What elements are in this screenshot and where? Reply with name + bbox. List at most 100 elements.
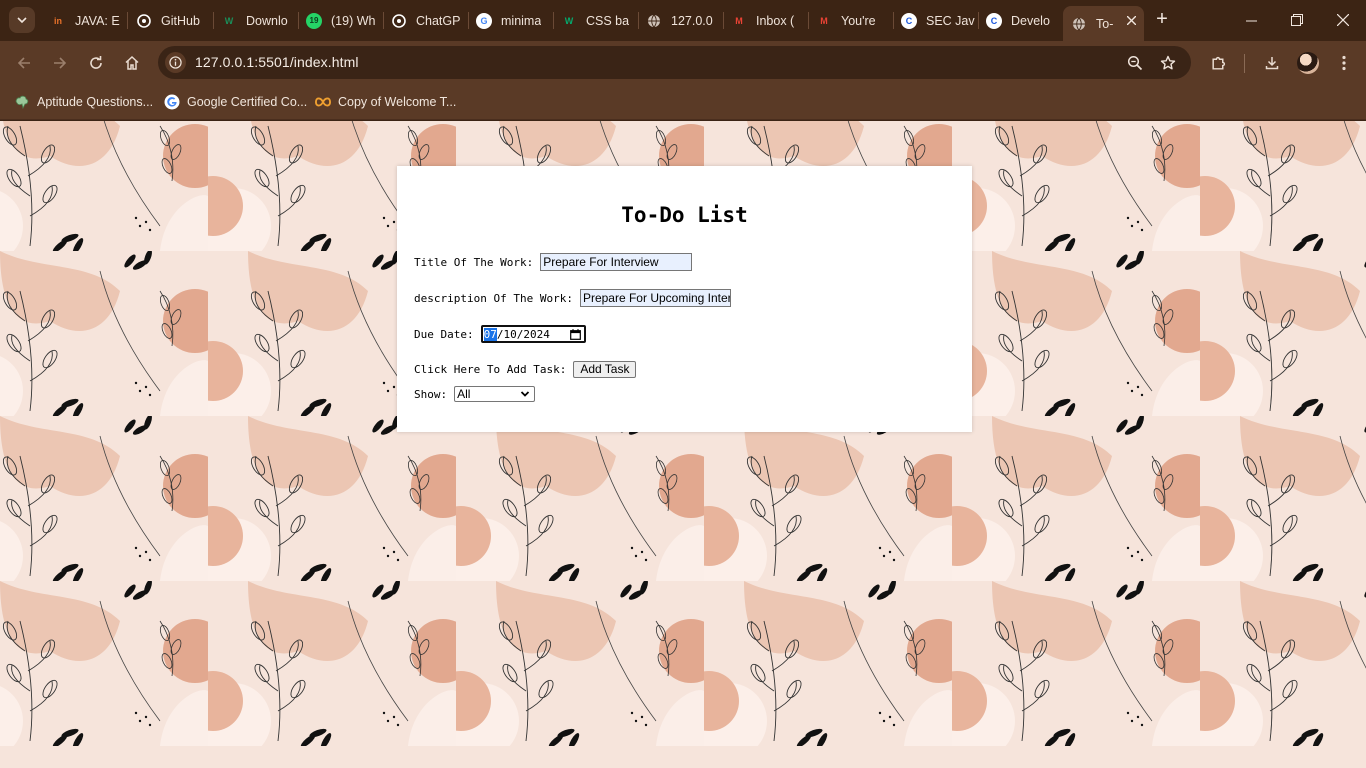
floral-pattern-tile bbox=[0, 579, 227, 756]
gmail-icon: M bbox=[735, 15, 743, 26]
floral-pattern-tile bbox=[1175, 121, 1366, 264]
tab-title: Develo bbox=[1011, 13, 1050, 28]
due-date-month[interactable]: 07 bbox=[483, 327, 497, 341]
whatsapp-icon: 19 bbox=[306, 12, 322, 29]
restore-button[interactable] bbox=[1274, 0, 1320, 40]
site-info-button[interactable] bbox=[165, 52, 186, 73]
toolbar-separator bbox=[1244, 54, 1245, 73]
browser-tab[interactable]: C Develo bbox=[978, 6, 1063, 35]
browser-tab[interactable]: W Downlo bbox=[213, 6, 298, 35]
floral-pattern-tile bbox=[1175, 581, 1366, 759]
tab-title: To- bbox=[1096, 16, 1114, 31]
tab-title: Inbox ( bbox=[756, 13, 795, 28]
floral-pattern-tile bbox=[0, 414, 227, 591]
due-date-input[interactable]: 07 / 10 / 2024 bbox=[480, 325, 586, 343]
floral-pattern-tile bbox=[927, 121, 1219, 264]
add-task-button[interactable]: Add Task bbox=[573, 361, 637, 378]
close-window-button[interactable] bbox=[1320, 0, 1366, 40]
browser-tab[interactable]: ChatGP bbox=[383, 6, 468, 35]
chevron-down-icon bbox=[520, 391, 530, 397]
puzzle-icon bbox=[1211, 56, 1225, 70]
menu-button[interactable] bbox=[1332, 51, 1356, 75]
description-input[interactable]: Prepare For Upcoming Interview bbox=[579, 289, 731, 307]
minimize-button[interactable] bbox=[1228, 0, 1274, 40]
address-bar[interactable]: 127.0.0.1:5501/index.html bbox=[158, 46, 1191, 79]
due-date-year[interactable]: 2024 bbox=[523, 328, 550, 341]
bookmark-google-certified[interactable]: Google Certified Co... bbox=[164, 92, 307, 112]
google-icon bbox=[164, 94, 180, 110]
brain-icon bbox=[14, 94, 30, 110]
kebab-menu-icon bbox=[1342, 55, 1346, 71]
close-icon bbox=[1337, 14, 1349, 26]
downloads-button[interactable] bbox=[1260, 51, 1284, 75]
tab-active[interactable]: To- bbox=[1063, 6, 1144, 41]
tab-search-button[interactable] bbox=[9, 7, 35, 33]
floral-pattern-tile bbox=[183, 579, 475, 759]
due-date-day[interactable]: 10 bbox=[503, 328, 516, 341]
new-tab-button[interactable]: + bbox=[1151, 8, 1173, 30]
bookmark-label: Copy of Welcome T... bbox=[338, 95, 457, 109]
browser-tab[interactable]: M You're bbox=[808, 6, 893, 35]
add-task-row: Click Here To Add Task: Add Task bbox=[414, 361, 637, 378]
tab-title: SEC Jav bbox=[926, 13, 975, 28]
close-tab-icon[interactable] bbox=[1126, 13, 1137, 28]
calendar-icon[interactable] bbox=[569, 329, 581, 340]
browser-tab[interactable]: 19 (19) Wh bbox=[298, 6, 383, 35]
forward-button[interactable] bbox=[48, 51, 72, 75]
zoom-button[interactable] bbox=[1125, 53, 1145, 73]
todo-card: To-Do List Title Of The Work: Prepare Fo… bbox=[397, 166, 972, 432]
bookmark-label: Aptitude Questions... bbox=[37, 95, 154, 109]
browser-tab[interactable]: 127.0.0 bbox=[638, 6, 723, 35]
reload-icon bbox=[90, 56, 102, 69]
browser-tab[interactable]: W CSS ba bbox=[553, 6, 638, 35]
home-icon bbox=[125, 55, 139, 70]
home-button[interactable] bbox=[120, 51, 144, 75]
tab-title: 127.0.0 bbox=[671, 13, 713, 28]
github-icon bbox=[136, 13, 152, 29]
floral-pattern-tile bbox=[927, 414, 1219, 594]
globe-icon bbox=[1071, 16, 1087, 32]
back-button[interactable] bbox=[12, 51, 36, 75]
floral-pattern-tile bbox=[1175, 416, 1366, 594]
page-viewport: To-Do List Title Of The Work: Prepare Fo… bbox=[0, 121, 1366, 768]
floral-pattern-tile bbox=[0, 249, 227, 426]
tab-title: (19) Wh bbox=[331, 13, 376, 28]
reload-button[interactable] bbox=[84, 51, 108, 75]
title-input[interactable]: Prepare For Interview bbox=[540, 253, 693, 271]
browser-tab[interactable]: GitHub bbox=[128, 6, 213, 35]
extensions-button[interactable] bbox=[1206, 51, 1230, 75]
tab-title: Downlo bbox=[246, 13, 288, 28]
bookmark-star-button[interactable] bbox=[1158, 53, 1178, 73]
w3-logo-icon: W bbox=[564, 15, 574, 26]
title-row: Title Of The Work: Prepare For Interview bbox=[414, 253, 693, 271]
chatgpt-icon bbox=[391, 13, 407, 29]
c-logo-icon: C bbox=[986, 12, 1002, 29]
profile-avatar[interactable] bbox=[1297, 52, 1319, 74]
show-filter-value: All bbox=[457, 387, 471, 401]
show-label: Show: bbox=[414, 387, 448, 401]
due-date-label: Due Date: bbox=[414, 327, 474, 341]
floral-pattern-tile bbox=[679, 579, 971, 759]
tab-title: ChatGP bbox=[416, 13, 461, 28]
browser-tab[interactable]: C SEC Jav bbox=[893, 6, 978, 35]
due-date-row: Due Date: 07 / 10 / 2024 bbox=[414, 325, 586, 343]
globe-icon bbox=[646, 13, 662, 29]
description-label: description Of The Work: bbox=[414, 291, 573, 305]
c-logo-icon: C bbox=[901, 12, 917, 29]
bookmark-aptitude[interactable]: Aptitude Questions... bbox=[14, 92, 153, 112]
bookmark-copy-welcome[interactable]: Copy of Welcome T... bbox=[315, 92, 456, 112]
tab-title: CSS ba bbox=[586, 13, 630, 28]
description-row: description Of The Work: Prepare For Upc… bbox=[414, 289, 731, 307]
show-filter-select[interactable]: All bbox=[454, 386, 536, 402]
browser-tab[interactable]: M Inbox ( bbox=[723, 6, 808, 35]
star-icon bbox=[1160, 55, 1176, 70]
floral-pattern-tile bbox=[927, 579, 1219, 759]
browser-tab[interactable]: in JAVA: E bbox=[42, 6, 127, 35]
tab-title: You're bbox=[841, 13, 876, 28]
tab-strip: in JAVA: E GitHub W Downlo 19 (19) Wh ChatGP Gmi… bbox=[0, 0, 1366, 41]
browser-tab[interactable]: Gminima bbox=[468, 6, 553, 35]
floral-pattern-tile bbox=[679, 414, 971, 594]
floral-pattern-tile bbox=[0, 121, 227, 261]
floral-pattern-tile bbox=[183, 414, 475, 594]
url-text: 127.0.0.1:5501/index.html bbox=[195, 54, 359, 70]
